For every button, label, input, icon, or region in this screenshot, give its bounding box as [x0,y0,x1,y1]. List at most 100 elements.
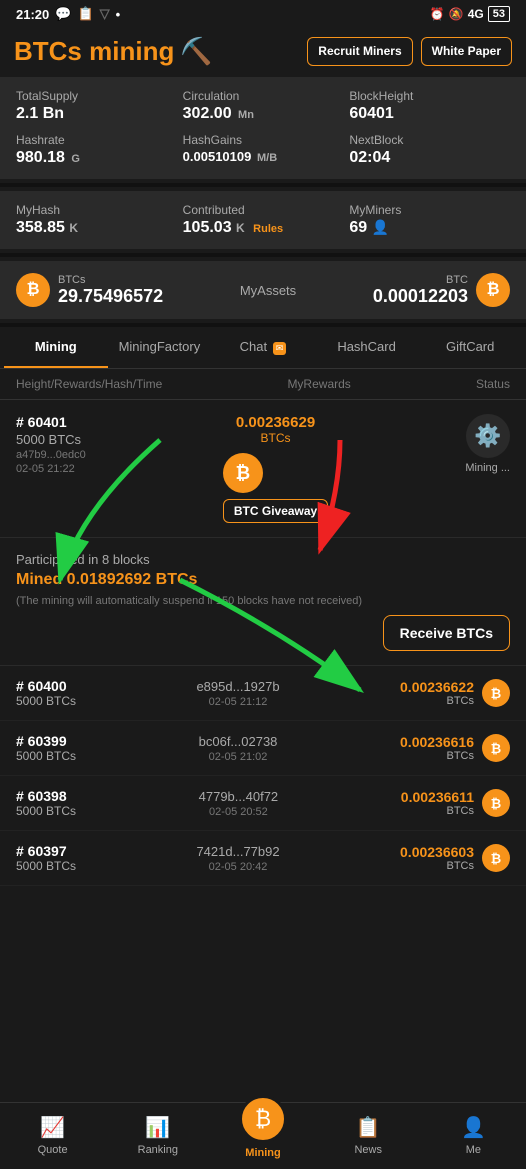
row-number: # 60400 [16,678,76,694]
tab-mining[interactable]: Mining [4,327,108,368]
my-assets-label: MyAssets [240,283,296,298]
ranking-label: Ranking [138,1144,178,1156]
tab-hashcard[interactable]: HashCard [315,327,419,368]
tab-chat[interactable]: Chat ✉ [211,327,315,368]
stats-grid: TotalSupply 2.1 Bn Circulation 302.00 Mn… [16,89,510,167]
current-block: # 60401 5000 BTCs a47b9...0edc0 02-05 21… [0,400,526,538]
app-header: BTCs mining ⛏️ Recruit Miners White Pape… [0,28,526,77]
circulation-label: Circulation [183,89,344,103]
total-supply-value: 2.1 Bn [16,105,177,123]
nav-mining-center[interactable]: ₿ Mining [210,1111,315,1159]
battery-icon: 53 [488,6,510,22]
assets-row: ₿ BTCs 29.75496572 MyAssets BTC 0.000122… [0,261,526,319]
nav-news[interactable]: 📋 News [316,1115,421,1156]
participated-footer: Receive BTCs [16,615,510,651]
btc-giveaway-button[interactable]: BTC Giveaway [223,499,328,523]
row-reward-info: 0.00236611 BTCs [401,789,474,817]
col3-header: Status [476,377,510,391]
contributed-stat: Contributed 105.03 K Rules [183,203,344,237]
row-mid: bc06f...02738 02-05 21:02 [199,734,278,763]
nav-quote[interactable]: 📈 Quote [0,1115,105,1156]
table-row: # 60398 5000 BTCs 4779b...40f72 02-05 20… [0,776,526,831]
next-block-label: NextBlock [349,133,510,147]
row-amount: 5000 BTCs [16,749,76,763]
stats-section: TotalSupply 2.1 Bn Circulation 302.00 Mn… [0,77,526,179]
col2-header: MyRewards [287,377,350,391]
row-amount: 5000 BTCs [16,859,76,873]
circulation-value: 302.00 Mn [183,105,344,123]
alarm-icon: ⏰ [430,7,445,21]
bottom-nav: 📈 Quote 📊 Ranking ₿ Mining 📋 News 👤 Me [0,1102,526,1169]
mute-icon: 🔕 [449,7,464,21]
block-hash: a47b9...0edc0 [16,449,86,461]
circulation-stat: Circulation 302.00 Mn [183,89,344,123]
mined-value: Mined 0.01892692 BTCs [16,571,510,589]
table-row: # 60397 5000 BTCs 7421d...77b92 02-05 20… [0,831,526,886]
status-bar: 21:20 💬 📋 ▽ • ⏰ 🔕 4G 53 [0,0,526,28]
my-miners-value: 69 👤 [349,219,510,237]
block-top-row: # 60401 5000 BTCs a47b9...0edc0 02-05 21… [16,414,510,523]
me-icon: 👤 [461,1115,486,1140]
btc-value: 0.00012203 [373,286,468,307]
chat-badge: ✉ [273,342,287,355]
tab-giftcard[interactable]: GiftCard [418,327,522,368]
my-miners-stat: MyMiners 69 👤 [349,203,510,237]
tabs-bar: Mining MiningFactory Chat ✉ HashCard Gif… [0,327,526,369]
nav-me[interactable]: 👤 Me [421,1115,526,1156]
white-paper-button[interactable]: White Paper [421,37,512,67]
tab-mining-factory[interactable]: MiningFactory [108,327,212,368]
suspend-note: (The mining will automatically suspend i… [16,595,510,607]
me-label: Me [466,1144,481,1156]
my-hash-value: 358.85 K [16,219,177,237]
status-left: 21:20 💬 📋 ▽ • [16,6,120,22]
block-center-info: 0.00236629 BTCs ₿ BTC Giveaway [223,414,328,523]
hashrate-stat: Hashrate 980.18 G [16,133,177,167]
row-reward-value: 0.00236616 [400,734,474,750]
rules-link[interactable]: Rules [253,223,283,235]
row-hash: e895d...1927b [196,679,279,694]
hash-gains-value: 0.00510109 M/B [183,149,344,164]
hashrate-value: 980.18 G [16,149,177,167]
my-hash-label: MyHash [16,203,177,217]
hash-gains-stat: HashGains 0.00510109 M/B [183,133,344,167]
recruit-miners-button[interactable]: Recruit Miners [307,37,412,67]
btc-coin-icon: ₿ [476,273,510,307]
quote-label: Quote [38,1144,68,1156]
row-number: # 60398 [16,788,76,804]
status-right: ⏰ 🔕 4G 53 [430,6,510,22]
btc-info: BTC 0.00012203 [373,274,468,307]
row-left: # 60397 5000 BTCs [16,843,76,873]
my-stats-grid: MyHash 358.85 K Contributed 105.03 K Rul… [16,203,510,237]
row-reward-unit: BTCs [401,805,474,817]
total-supply-label: TotalSupply [16,89,177,103]
btcs-left: ₿ BTCs 29.75496572 [16,273,163,307]
row-left: # 60400 5000 BTCs [16,678,76,708]
next-block-stat: NextBlock 02:04 [349,133,510,167]
total-supply-stat: TotalSupply 2.1 Bn [16,89,177,123]
mining-status: Mining ... [465,462,510,474]
app-logo: BTCs mining ⛏️ [14,36,213,67]
participated-block: Participated in 8 blocks Mined 0.0189269… [0,538,526,666]
message-icon: 📋 [77,6,93,22]
block-left-info: # 60401 5000 BTCs a47b9...0edc0 02-05 21… [16,414,86,475]
row-amount: 5000 BTCs [16,694,76,708]
row-number: # 60399 [16,733,76,749]
whatsapp-icon: 💬 [55,6,71,22]
row-hash: bc06f...02738 [199,734,278,749]
signal-icon: 4G [468,7,484,21]
header-buttons: Recruit Miners White Paper [307,37,512,67]
row-reward-unit: BTCs [400,695,474,707]
logo-text: BTCs mining [14,36,174,67]
btcs-info: BTCs 29.75496572 [58,274,163,307]
btc-right: BTC 0.00012203 ₿ [373,273,510,307]
block-height-stat: BlockHeight 60401 [349,89,510,123]
row-left: # 60399 5000 BTCs [16,733,76,763]
row-reward-value: 0.00236603 [400,844,474,860]
table-row: # 60399 5000 BTCs bc06f...02738 02-05 21… [0,721,526,776]
row-btc-icon: ₿ [482,789,510,817]
nav-ranking[interactable]: 📊 Ranking [105,1115,210,1156]
receive-btcs-button[interactable]: Receive BTCs [383,615,510,651]
next-block-value: 02:04 [349,149,510,167]
col1-header: Height/Rewards/Hash/Time [16,377,162,391]
news-icon: 📋 [356,1115,381,1140]
